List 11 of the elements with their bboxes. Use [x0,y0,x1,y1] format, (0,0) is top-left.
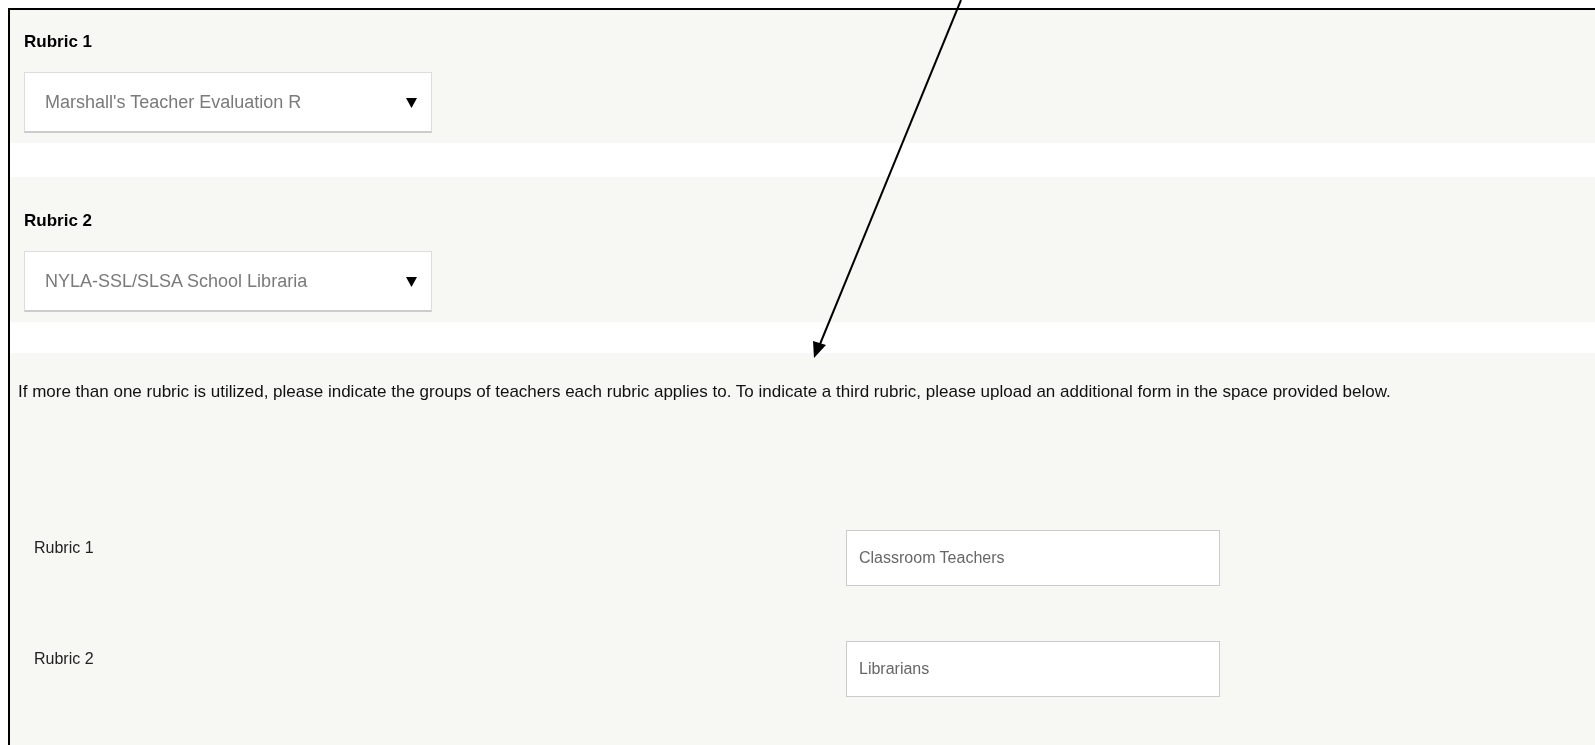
caret-icon [406,275,417,287]
input-field[interactable]: Classroom Teachers [846,530,1220,586]
dropdown-select[interactable]: Marshall's Teacher Evaluation R [24,72,432,133]
field-label: Rubric 1 [33,538,95,558]
section-heading: Rubric 2 [24,210,94,232]
instructions-text: If more than one rubric is utilized, please indicate the groups of teachers each rubric applies to. To indicate a third rubric, please upload an additional form in the space provided below. [18,381,1392,403]
caret-icon [406,96,417,108]
section-heading: Rubric 1 [24,31,94,53]
input-field[interactable]: Librarians [846,641,1220,697]
dropdown-select[interactable]: NYLA-SSL/SLSA School Libraria [24,251,432,312]
field-label: Rubric 2 [33,649,95,669]
